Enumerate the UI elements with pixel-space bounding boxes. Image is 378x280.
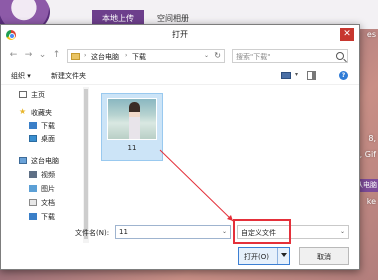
forward-arrow-icon[interactable]: → xyxy=(23,50,34,61)
open-file-dialog: 打开 ✕ ← → ⌄ ↑ › 这台电脑 › 下载 ⌄ ↻ 搜索"下载" 组织 ▾… xyxy=(0,24,360,270)
background-text: 8, xyxy=(368,134,376,143)
view-options-icon[interactable] xyxy=(281,72,291,79)
nav-item-pictures[interactable]: 图片 xyxy=(41,184,55,194)
dialog-titlebar: 打开 ✕ xyxy=(1,25,359,45)
download-folder-icon xyxy=(29,213,37,220)
breadcrumb-separator: › xyxy=(125,52,128,59)
pictures-folder-icon xyxy=(29,185,37,192)
image-thumbnail xyxy=(107,98,157,140)
search-icon[interactable] xyxy=(336,52,344,60)
thumbnail-figure xyxy=(129,102,140,139)
preview-pane-icon[interactable] xyxy=(307,71,316,80)
file-name-label: 11 xyxy=(127,144,137,152)
cancel-button[interactable]: 取消 xyxy=(299,247,349,265)
help-icon[interactable]: ? xyxy=(339,71,348,80)
search-placeholder: 搜索"下载" xyxy=(236,53,271,61)
breadcrumb-this-pc[interactable]: 这台电脑 xyxy=(91,52,119,62)
star-icon: ★ xyxy=(19,107,27,116)
navigation-scrollbar[interactable] xyxy=(83,87,89,243)
view-dropdown-icon[interactable]: ▾ xyxy=(295,71,298,78)
file-list: 11 xyxy=(91,87,359,243)
address-bar[interactable]: › 这台电脑 › 下载 ⌄ ↻ xyxy=(67,49,225,63)
split-divider xyxy=(277,248,278,264)
filename-value: 11 xyxy=(119,228,128,236)
chevron-down-icon[interactable]: ⌄ xyxy=(222,228,227,235)
breadcrumb-downloads[interactable]: 下载 xyxy=(132,52,146,62)
folder-icon xyxy=(71,53,80,60)
filename-label: 文件名(N): xyxy=(75,229,110,237)
annotation-highlight-box xyxy=(233,219,291,244)
up-arrow-icon[interactable]: ↑ xyxy=(51,50,62,61)
recent-locations-chevron-icon[interactable]: ⌄ xyxy=(37,50,48,61)
computer-icon xyxy=(19,157,27,164)
open-button-label: 打开(O) xyxy=(244,253,269,261)
nav-item-downloads[interactable]: 下载 xyxy=(41,121,55,131)
download-folder-icon xyxy=(29,122,37,129)
background-text: ke xyxy=(366,197,376,206)
open-button[interactable]: 打开(O) xyxy=(238,247,290,265)
organize-menu[interactable]: 组织 ▾ xyxy=(11,71,31,81)
nav-item-documents[interactable]: 文档 xyxy=(41,198,55,208)
scrollbar-thumb[interactable] xyxy=(84,89,88,239)
nav-item-this-pc[interactable]: 这台电脑 xyxy=(31,156,59,166)
nav-item-favorites[interactable]: 收藏夹 xyxy=(31,108,52,118)
file-item-selected[interactable]: 11 xyxy=(101,93,163,161)
desktop-icon xyxy=(29,135,37,142)
video-folder-icon xyxy=(29,171,37,178)
dialog-title: 打开 xyxy=(172,30,188,39)
new-folder-button[interactable]: 新建文件夹 xyxy=(51,71,86,81)
navigation-pane: 主页 ★ 收藏夹 下载 桌面 这台电脑 视频 图片 文档 下载 xyxy=(1,87,91,243)
breadcrumb-separator: › xyxy=(84,52,87,59)
navigation-bar: ← → ⌄ ↑ › 这台电脑 › 下载 ⌄ ↻ 搜索"下载" xyxy=(1,47,359,65)
back-arrow-icon[interactable]: ← xyxy=(8,50,19,61)
nav-item-videos[interactable]: 视频 xyxy=(41,170,55,180)
nav-item-desktop[interactable]: 桌面 xyxy=(41,134,55,144)
chevron-down-icon[interactable]: ⌄ xyxy=(340,228,345,235)
refresh-icon[interactable]: ↻ xyxy=(214,51,221,60)
nav-item-home[interactable]: 主页 xyxy=(31,90,45,100)
nav-item-downloads-2[interactable]: 下载 xyxy=(41,212,55,222)
cancel-button-label: 取消 xyxy=(317,253,331,261)
documents-folder-icon xyxy=(29,199,37,206)
address-dropdown-icon[interactable]: ⌄ xyxy=(204,52,209,59)
background-text: es xyxy=(366,30,376,39)
filename-input[interactable]: 11 ⌄ xyxy=(115,225,231,239)
home-icon xyxy=(19,91,27,98)
dialog-toolbar: 组织 ▾ 新建文件夹 ▾ ? xyxy=(1,67,359,85)
search-input[interactable]: 搜索"下载" xyxy=(232,49,348,63)
open-options-arrow-icon[interactable] xyxy=(281,253,287,257)
close-button[interactable]: ✕ xyxy=(340,28,354,41)
